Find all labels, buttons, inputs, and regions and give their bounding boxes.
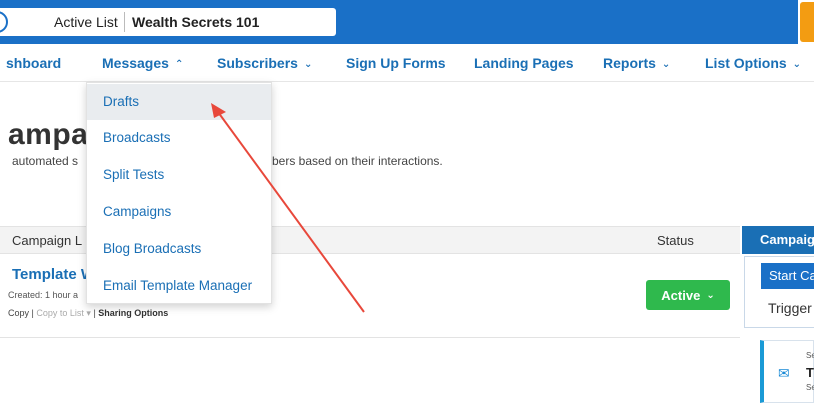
- page-description-continued: bers based on their interactions.: [272, 154, 443, 168]
- top-bar: Active List Wealth Secrets 101: [0, 0, 814, 44]
- nav-subscribers[interactable]: Subscribers ⌄: [217, 55, 312, 71]
- chevron-up-icon: ⌃: [174, 59, 184, 70]
- campaign-name-link[interactable]: Template W: [12, 266, 95, 283]
- active-list-label: Active List: [54, 14, 118, 30]
- messages-dropdown-menu: Drafts Broadcasts Split Tests Campaigns …: [86, 82, 272, 304]
- chevron-down-icon: ⌄: [303, 59, 313, 70]
- card-bottom-text: Se: [806, 383, 814, 392]
- page-description: automated s: [12, 154, 79, 168]
- campaign-panel-header: Campaig: [742, 226, 814, 254]
- list-separator: [124, 12, 125, 32]
- menu-item-drafts[interactable]: Drafts: [87, 84, 271, 120]
- menu-item-email-template-manager[interactable]: Email Template Manager: [87, 268, 271, 304]
- nav-landing-pages[interactable]: Landing Pages: [474, 55, 574, 71]
- sharing-options-link[interactable]: Sharing Options: [98, 308, 168, 318]
- nav-reports[interactable]: Reports ⌄: [603, 55, 670, 71]
- nav-dashboard[interactable]: shboard: [6, 55, 61, 71]
- trigger-label: Trigger: [768, 300, 812, 316]
- copy-to-list-dropdown-icon[interactable]: ▾: [86, 308, 91, 318]
- chevron-down-icon: ⌄: [661, 59, 671, 70]
- row-actions: Copy | Copy to List ▾ | Sharing Options: [8, 308, 169, 318]
- copy-to-list-link[interactable]: Copy to List: [36, 308, 84, 318]
- card-title: Tl: [806, 365, 814, 380]
- status-label: Active: [661, 287, 701, 303]
- column-campaign[interactable]: Campaign L: [12, 233, 82, 248]
- menu-item-campaigns[interactable]: Campaigns: [87, 194, 271, 230]
- chevron-down-icon: ⌄: [706, 289, 715, 301]
- status-dropdown-button[interactable]: Active ⌄: [646, 280, 730, 310]
- main-nav: shboard Messages ⌃ Subscribers ⌄ Sign Up F…: [0, 44, 814, 82]
- menu-item-blog-broadcasts[interactable]: Blog Broadcasts: [87, 231, 271, 267]
- active-list-name[interactable]: Wealth Secrets 101: [132, 14, 259, 30]
- card-top-text: Se: [806, 351, 814, 360]
- nav-sign-up-forms[interactable]: Sign Up Forms: [346, 55, 446, 71]
- start-campaign-button[interactable]: Start Ca: [761, 263, 814, 289]
- created-timestamp: Created: 1 hour a: [8, 290, 79, 300]
- menu-item-broadcasts[interactable]: Broadcasts: [87, 120, 271, 156]
- page-title: ampai: [8, 118, 98, 151]
- campaign-message-card[interactable]: ✉ Se Tl Se: [760, 340, 814, 403]
- active-list-selector[interactable]: Active List Wealth Secrets 101: [0, 8, 336, 36]
- chevron-down-icon: ⌄: [792, 59, 802, 70]
- nav-list-options[interactable]: List Options ⌄: [705, 55, 801, 71]
- envelope-icon: ✉: [778, 365, 790, 381]
- top-bar-accent-button[interactable]: [800, 2, 814, 42]
- copy-link[interactable]: Copy: [8, 308, 29, 318]
- menu-item-split-tests[interactable]: Split Tests: [87, 157, 271, 193]
- list-avatar-icon: [0, 11, 8, 33]
- nav-messages[interactable]: Messages ⌃: [102, 55, 183, 71]
- column-status[interactable]: Status: [657, 233, 694, 248]
